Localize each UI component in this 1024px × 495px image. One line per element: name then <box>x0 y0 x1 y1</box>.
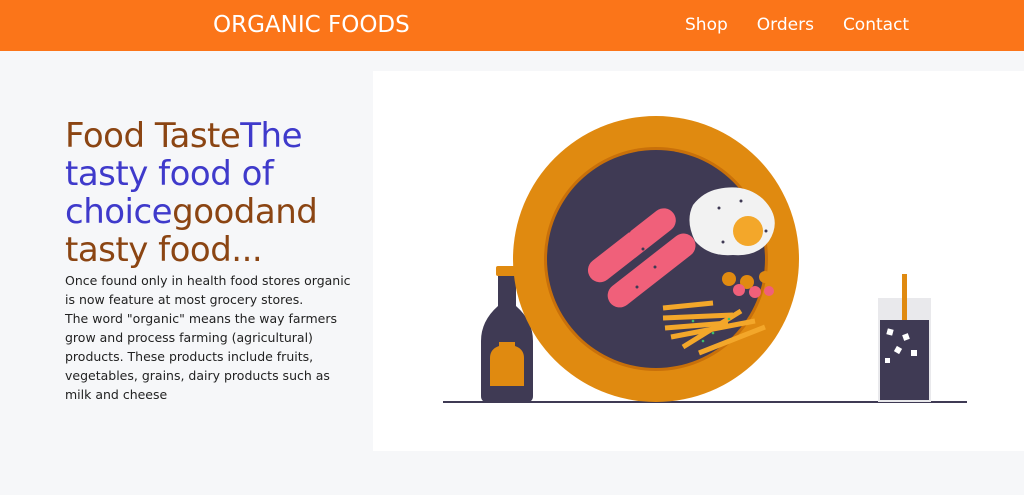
drink-glass-icon <box>878 274 931 402</box>
nav-link-orders[interactable]: Orders <box>757 14 814 36</box>
nav-link-contact[interactable]: Contact <box>843 14 909 36</box>
hero-text: Food TasteThe tasty food of choicegoodan… <box>65 117 365 404</box>
hero-description: Once found only in health food stores or… <box>65 271 355 404</box>
hero-paragraph-2: The word "organic" means the way farmers… <box>65 311 337 402</box>
brand-logo[interactable]: ORGANIC FOODS <box>213 10 410 40</box>
nav-links: Shop Orders Contact <box>685 14 938 36</box>
navbar: ORGANIC FOODS Shop Orders Contact <box>0 0 1024 51</box>
headline-part-1: Food Taste <box>65 116 241 156</box>
plate-icon <box>513 116 799 402</box>
hero-illustration <box>373 71 1024 451</box>
hero-headline: Food TasteThe tasty food of choicegoodan… <box>65 117 365 269</box>
food-illustration-svg <box>443 116 967 403</box>
nav-link-shop[interactable]: Shop <box>685 14 728 36</box>
hero-paragraph-1: Once found only in health food stores or… <box>65 273 351 307</box>
headline-part-3: good <box>172 192 255 232</box>
